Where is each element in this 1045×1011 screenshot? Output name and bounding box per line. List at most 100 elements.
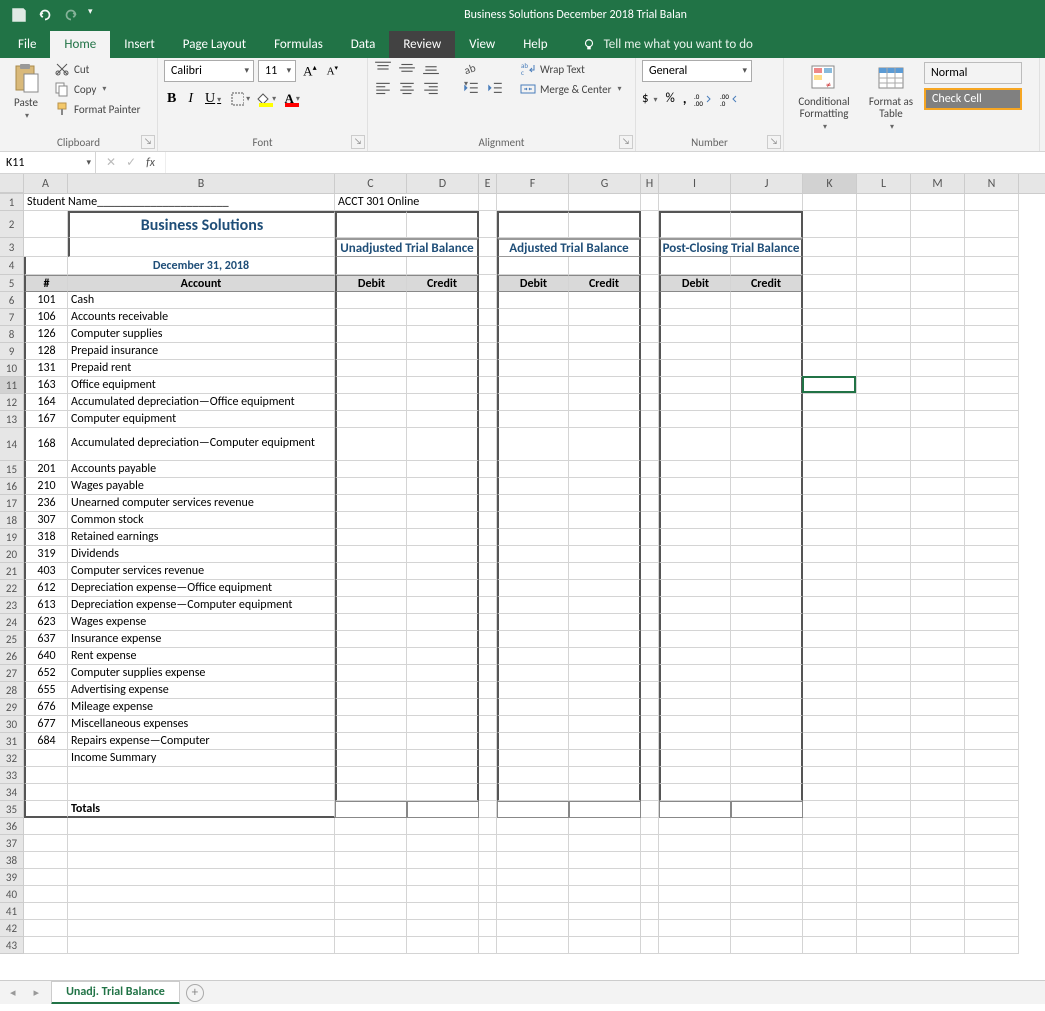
cell[interactable]: Accumulated depreciation—Computer equipm… (68, 428, 335, 461)
cell[interactable] (965, 903, 1019, 920)
cell[interactable] (965, 326, 1019, 343)
cell[interactable] (659, 495, 731, 512)
cell[interactable]: Prepaid rent (68, 360, 335, 377)
cell[interactable] (641, 529, 659, 546)
cell[interactable] (911, 275, 965, 292)
cell[interactable]: 640 (24, 648, 68, 665)
cell[interactable]: Debit (497, 275, 569, 292)
row-header[interactable]: 21 (0, 563, 24, 580)
cell[interactable] (335, 733, 407, 750)
cell[interactable] (335, 428, 407, 461)
cell[interactable] (497, 869, 569, 886)
cell[interactable] (68, 886, 335, 903)
cell[interactable] (659, 411, 731, 428)
cell[interactable] (911, 852, 965, 869)
cell[interactable] (407, 478, 479, 495)
cell[interactable] (497, 784, 569, 801)
cell[interactable] (24, 835, 68, 852)
cell[interactable] (479, 309, 497, 326)
increase-indent-button[interactable] (486, 80, 504, 96)
cell[interactable] (569, 292, 641, 309)
cell[interactable]: Unearned computer services revenue (68, 495, 335, 512)
cell[interactable] (803, 512, 857, 529)
cell[interactable] (857, 326, 911, 343)
cell[interactable] (731, 495, 803, 512)
cell[interactable] (965, 360, 1019, 377)
cell[interactable] (857, 428, 911, 461)
row-header[interactable]: 30 (0, 716, 24, 733)
cell[interactable] (659, 818, 731, 835)
cell[interactable] (803, 852, 857, 869)
row-header[interactable]: 10 (0, 360, 24, 377)
name-box[interactable]: K11▾ (0, 152, 96, 173)
cell[interactable] (407, 563, 479, 580)
save-icon[interactable] (10, 6, 28, 24)
cell[interactable] (479, 394, 497, 411)
cell[interactable] (641, 292, 659, 309)
cell[interactable] (335, 750, 407, 767)
cell[interactable] (803, 733, 857, 750)
cell[interactable] (407, 750, 479, 767)
cell[interactable] (911, 869, 965, 886)
cell[interactable] (335, 886, 407, 903)
cell[interactable] (641, 257, 659, 275)
cell[interactable]: Credit (569, 275, 641, 292)
cell[interactable] (24, 801, 68, 818)
cell[interactable] (407, 801, 479, 818)
cell[interactable] (407, 903, 479, 920)
accounting-format-button[interactable]: $ ▾ (642, 91, 658, 106)
cell[interactable] (479, 733, 497, 750)
add-sheet-button[interactable]: + (186, 984, 204, 1002)
cell[interactable] (965, 377, 1019, 394)
decrease-indent-button[interactable] (462, 80, 480, 96)
cell[interactable] (857, 699, 911, 716)
cell[interactable] (659, 852, 731, 869)
cell[interactable]: Debit (659, 275, 731, 292)
cell[interactable] (803, 428, 857, 461)
cell[interactable] (407, 360, 479, 377)
cell[interactable] (497, 801, 569, 818)
row-header[interactable]: 42 (0, 920, 24, 937)
cell[interactable] (479, 563, 497, 580)
cell[interactable] (68, 920, 335, 937)
cell[interactable] (641, 784, 659, 801)
cell[interactable] (497, 886, 569, 903)
cell[interactable]: Computer equipment (68, 411, 335, 428)
cell[interactable] (803, 563, 857, 580)
comma-format-button[interactable]: , (683, 90, 687, 107)
cell[interactable] (731, 818, 803, 835)
cell-style-check-cell[interactable]: Check Cell (924, 88, 1022, 110)
cell[interactable] (731, 580, 803, 597)
row-header[interactable]: 2 (0, 211, 24, 238)
cell[interactable] (569, 699, 641, 716)
cell[interactable]: Mileage expense (68, 699, 335, 716)
sheet-nav-prev[interactable]: ◂ (4, 986, 22, 999)
cell[interactable] (911, 194, 965, 211)
font-size-combo[interactable]: 11▾ (258, 60, 296, 82)
dialog-launcher-icon[interactable]: ↘ (619, 135, 633, 149)
cell[interactable] (731, 682, 803, 699)
cell[interactable] (911, 428, 965, 461)
cut-button[interactable]: Cut (50, 60, 144, 78)
cell[interactable] (659, 716, 731, 733)
cell[interactable] (965, 648, 1019, 665)
cell[interactable] (731, 512, 803, 529)
cell[interactable]: 684 (24, 733, 68, 750)
cell[interactable] (857, 546, 911, 563)
cell[interactable] (803, 257, 857, 275)
cell[interactable] (857, 512, 911, 529)
cell[interactable] (659, 767, 731, 784)
cell[interactable] (335, 801, 407, 818)
border-button[interactable]: ▾ (230, 90, 250, 108)
cell[interactable] (479, 903, 497, 920)
cell[interactable] (803, 360, 857, 377)
tab-help[interactable]: Help (509, 31, 561, 58)
cell[interactable] (857, 529, 911, 546)
cell[interactable] (641, 238, 659, 257)
cell[interactable]: Accounts payable (68, 461, 335, 478)
cell[interactable] (479, 614, 497, 631)
cell[interactable] (803, 529, 857, 546)
tab-formulas[interactable]: Formulas (260, 31, 337, 58)
col-header-I[interactable]: I (659, 174, 731, 193)
cell[interactable] (731, 750, 803, 767)
